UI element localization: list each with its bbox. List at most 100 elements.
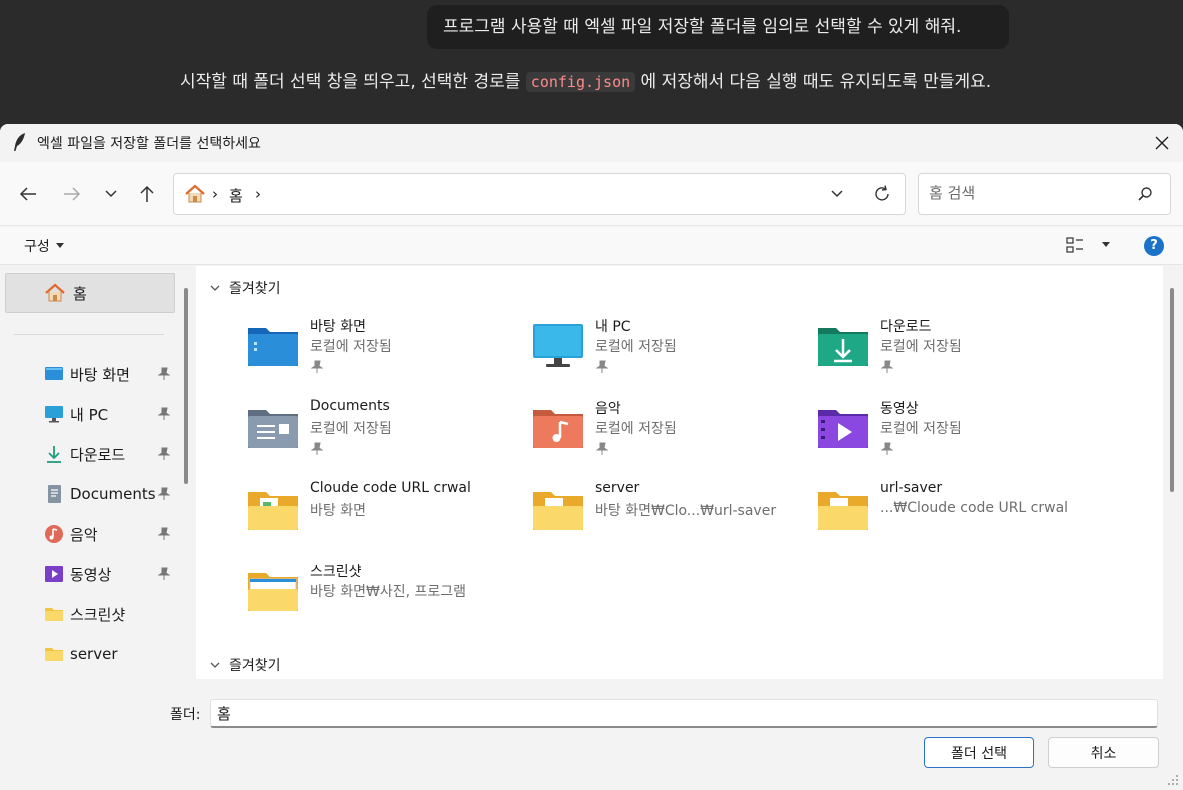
sidebar-item-screenshots[interactable]: 스크린샷 — [44, 599, 176, 629]
tile-desktop[interactable]: 바탕 화면 로컬에 저장됨 — [196, 316, 476, 384]
sidebar-item-home[interactable]: 홈 — [5, 273, 175, 313]
caret-down-icon — [55, 243, 64, 248]
pin-icon — [158, 367, 170, 380]
folder-icon — [818, 492, 868, 530]
select-folder-button[interactable]: 폴더 선택 — [924, 737, 1034, 768]
refresh-icon[interactable] — [872, 184, 892, 204]
command-toolbar: 구성 ? — [0, 227, 1183, 265]
pin-icon — [158, 407, 170, 420]
sidebar-item-music[interactable]: 음악 — [44, 519, 176, 549]
tile-location: ...₩Cloude code URL crwal — [880, 500, 1069, 516]
chevron-down-icon[interactable] — [830, 185, 844, 203]
tile-name: 바탕 화면 — [310, 319, 366, 335]
sidebar-item-downloads[interactable]: 다운로드 — [44, 439, 176, 469]
folder-icon — [248, 573, 298, 611]
cancel-button[interactable]: 취소 — [1048, 737, 1159, 768]
breadcrumb-separator: › — [255, 185, 261, 203]
tile-name: server — [595, 480, 640, 496]
caret-down-icon — [1102, 242, 1110, 247]
tile-screenshots[interactable]: 스크린샷 바탕 화면₩사진, 프로그램 — [196, 561, 476, 629]
recent-locations-button[interactable] — [97, 180, 125, 208]
sidebar-item-label: server — [70, 645, 118, 663]
arrow-left-icon — [19, 187, 36, 201]
tile-url-saver[interactable]: url-saver ...₩Cloude code URL crwal — [766, 480, 1068, 548]
sidebar-item-server[interactable]: server — [44, 639, 176, 669]
tile-music[interactable]: 음악 로컬에 저장됨 — [481, 398, 761, 466]
tile-name: 음악 — [595, 401, 621, 417]
sidebar-item-pc[interactable]: 내 PC — [44, 399, 176, 429]
tile-status: 로컬에 저장됨 — [595, 421, 677, 437]
home-icon — [185, 184, 205, 203]
back-button[interactable] — [14, 180, 42, 208]
folder-icon — [45, 648, 63, 661]
pin-icon — [311, 442, 323, 455]
pin-icon — [158, 567, 170, 580]
help-button[interactable]: ? — [1144, 236, 1164, 256]
dialog-titlebar: 엑셀 파일을 저장할 폴더를 선택하세요 — [0, 124, 1183, 162]
tile-location: 바탕 화면 — [310, 503, 366, 519]
search-input[interactable] — [929, 184, 1129, 202]
tile-pc[interactable]: 내 PC 로컬에 저장됨 — [481, 316, 761, 384]
search-box[interactable] — [918, 173, 1171, 215]
tile-location: 바탕 화면₩Clo...₩url-saver — [595, 503, 777, 519]
chevron-down-icon — [105, 190, 117, 198]
sidebar-item-label: 동영상 — [70, 565, 112, 584]
tile-documents[interactable]: Documents 로컬에 저장됨 — [196, 398, 476, 466]
pin-icon — [311, 360, 323, 373]
tile-status: 로컬에 저장됨 — [595, 339, 677, 355]
desktop-folder-icon — [248, 328, 298, 366]
sidebar-item-label: 바탕 화면 — [70, 365, 130, 384]
folder-icon — [45, 608, 63, 621]
download-folder-icon — [818, 328, 868, 366]
tile-cloude-code-url-crwal[interactable]: Cloude code URL crwal 바탕 화면 — [196, 480, 476, 548]
sidebar-scrollbar[interactable] — [184, 288, 188, 484]
group-header-favorites-2[interactable]: 즐겨찾기 — [210, 655, 281, 675]
tile-name: Documents — [310, 398, 390, 414]
sidebar-item-desktop[interactable]: 바탕 화면 — [44, 359, 176, 389]
close-icon — [1155, 136, 1168, 150]
sidebar-item-documents[interactable]: Documents — [44, 479, 176, 509]
folder-input[interactable] — [210, 699, 1158, 728]
assistant-reply: 시작할 때 폴더 선택 창을 띄우고, 선택한 경로를 config.json … — [180, 68, 1030, 96]
content-pane: 즐겨찾기 바탕 화면 로컬에 저장됨 내 PC 로컬에 저장됨 다운로드 로컬에… — [196, 266, 1163, 679]
tile-name: url-saver — [880, 480, 943, 496]
sidebar-item-videos[interactable]: 동영상 — [44, 559, 176, 589]
close-button[interactable] — [1140, 124, 1183, 162]
group-header-label: 즐겨찾기 — [229, 658, 281, 674]
breadcrumb-home[interactable]: 홈 — [229, 185, 243, 206]
pin-icon — [596, 442, 608, 455]
video-icon — [45, 566, 63, 582]
navigation-pane: 홈 바탕 화면 내 PC 다운로드 Documents 음악 동영상 스크린샷 … — [0, 266, 193, 679]
folder-picker-dialog: 엑셀 파일을 저장할 폴더를 선택하세요 › 홈 › 홈 검색 구성 ? 홈 바… — [0, 124, 1183, 790]
forward-button[interactable] — [58, 180, 86, 208]
sidebar-item-label: 내 PC — [70, 405, 109, 424]
pc-icon — [45, 406, 63, 423]
sidebar-home-label: 홈 — [73, 284, 87, 303]
reply-code: config.json — [525, 72, 636, 92]
address-bar[interactable]: › 홈 › — [173, 173, 906, 215]
folder-icon — [533, 492, 583, 530]
download-icon — [47, 446, 61, 463]
resize-grip-icon[interactable] — [1165, 772, 1179, 786]
view-options-button[interactable] — [1066, 236, 1110, 254]
tile-downloads[interactable]: 다운로드 로컬에 저장됨 — [766, 316, 1046, 384]
tile-videos[interactable]: 동영상 로컬에 저장됨 — [766, 398, 1046, 466]
pin-icon — [158, 527, 170, 540]
tile-status: 로컬에 저장됨 — [880, 339, 962, 355]
pin-icon — [158, 487, 170, 500]
sidebar-item-label: Documents — [70, 485, 156, 503]
group-header-favorites[interactable]: 즐겨찾기 — [210, 278, 281, 298]
dialog-title: 엑셀 파일을 저장할 폴더를 선택하세요 — [37, 136, 261, 152]
monitor-icon — [533, 324, 583, 367]
sidebar-item-label: 음악 — [70, 525, 98, 544]
up-button[interactable] — [133, 180, 161, 208]
tile-name: 스크린샷 — [310, 564, 362, 580]
organize-menu-button[interactable]: 구성 — [24, 236, 64, 256]
sidebar-divider — [14, 334, 164, 335]
tile-server[interactable]: server 바탕 화면₩Clo...₩url-saver — [481, 480, 776, 548]
desktop-icon — [45, 367, 63, 380]
content-scrollbar[interactable] — [1170, 288, 1174, 492]
sidebar-item-label: 스크린샷 — [70, 605, 126, 624]
music-icon — [45, 525, 63, 543]
chevron-down-icon — [210, 662, 220, 668]
